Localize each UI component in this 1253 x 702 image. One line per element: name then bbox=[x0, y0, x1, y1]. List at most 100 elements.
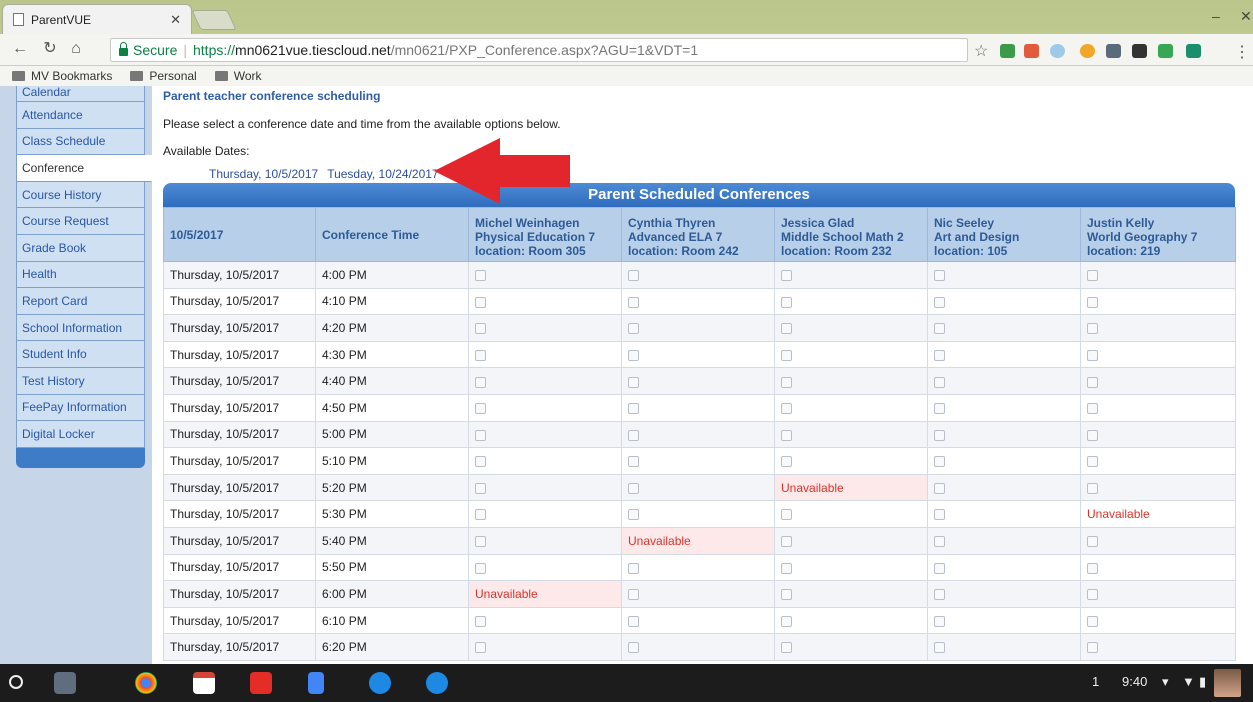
slot-checkbox[interactable] bbox=[1087, 270, 1098, 282]
slot-checkbox[interactable] bbox=[934, 589, 945, 601]
slot-checkbox[interactable] bbox=[934, 376, 945, 388]
slot-checkbox[interactable] bbox=[934, 536, 945, 548]
docs-icon[interactable] bbox=[308, 672, 324, 694]
extension-new-icon[interactable] bbox=[1158, 44, 1173, 58]
extension-grid-icon[interactable] bbox=[1132, 44, 1147, 58]
extension-circle-icon[interactable] bbox=[1050, 44, 1065, 58]
slot-checkbox[interactable] bbox=[1087, 323, 1098, 335]
slot-checkbox[interactable] bbox=[475, 270, 486, 282]
slot-checkbox[interactable] bbox=[475, 429, 486, 441]
sidebar-item-digital-locker[interactable]: Digital Locker bbox=[16, 421, 145, 448]
sidebar-item-course-history[interactable]: Course History bbox=[16, 181, 145, 209]
slot-checkbox[interactable] bbox=[475, 642, 486, 654]
slot-checkbox[interactable] bbox=[1087, 642, 1098, 654]
slot-checkbox[interactable] bbox=[628, 376, 639, 388]
slot-checkbox[interactable] bbox=[628, 509, 639, 521]
notification-count[interactable]: 1 bbox=[1092, 674, 1099, 689]
slot-checkbox[interactable] bbox=[934, 642, 945, 654]
slot-checkbox[interactable] bbox=[628, 642, 639, 654]
slot-checkbox[interactable] bbox=[475, 376, 486, 388]
slot-checkbox[interactable] bbox=[934, 349, 945, 361]
slot-checkbox[interactable] bbox=[934, 509, 945, 521]
close-tab-icon[interactable]: ✕ bbox=[170, 12, 181, 28]
slot-checkbox[interactable] bbox=[781, 349, 792, 361]
slot-checkbox[interactable] bbox=[1087, 589, 1098, 601]
slot-checkbox[interactable] bbox=[628, 589, 639, 601]
slot-checkbox[interactable] bbox=[628, 429, 639, 441]
slot-checkbox[interactable] bbox=[1087, 296, 1098, 308]
slot-checkbox[interactable] bbox=[781, 509, 792, 521]
slot-checkbox[interactable] bbox=[1087, 376, 1098, 388]
date-link-10-5[interactable]: Thursday, 10/5/2017 bbox=[209, 167, 318, 181]
slot-checkbox[interactable] bbox=[1087, 536, 1098, 548]
sidebar-item-student-info[interactable]: Student Info bbox=[16, 341, 145, 368]
slot-checkbox[interactable] bbox=[1087, 429, 1098, 441]
files-icon[interactable] bbox=[426, 672, 448, 694]
slot-checkbox[interactable] bbox=[781, 456, 792, 468]
minimize-icon[interactable]: – bbox=[1212, 8, 1220, 24]
sidebar-item-feepay-information[interactable]: FeePay Information bbox=[16, 394, 145, 422]
slot-checkbox[interactable] bbox=[934, 482, 945, 494]
battery-icon[interactable]: ▮ bbox=[1199, 674, 1206, 690]
date-link-10-24[interactable]: Tuesday, 10/24/2017 bbox=[327, 167, 438, 181]
sidebar-item-test-history[interactable]: Test History bbox=[16, 367, 145, 395]
launcher-icon[interactable] bbox=[9, 675, 23, 689]
extension-classroom-icon[interactable] bbox=[1000, 44, 1015, 58]
slot-checkbox[interactable] bbox=[1087, 615, 1098, 627]
chrome-icon[interactable] bbox=[135, 672, 157, 694]
back-icon[interactable]: ← bbox=[10, 39, 30, 59]
slot-checkbox[interactable] bbox=[781, 429, 792, 441]
slot-checkbox[interactable] bbox=[781, 403, 792, 415]
slot-checkbox[interactable] bbox=[934, 403, 945, 415]
sidebar-item-health[interactable]: Health bbox=[16, 261, 145, 289]
slot-checkbox[interactable] bbox=[1087, 349, 1098, 361]
youtube-icon[interactable] bbox=[250, 672, 272, 694]
avatar[interactable] bbox=[1214, 669, 1241, 697]
browser-tab[interactable]: ParentVUE ✕ bbox=[2, 4, 192, 34]
slot-checkbox[interactable] bbox=[475, 323, 486, 335]
network-icon[interactable]: ▾ bbox=[1162, 674, 1169, 690]
slot-checkbox[interactable] bbox=[628, 296, 639, 308]
extension-red-icon[interactable] bbox=[1024, 44, 1039, 58]
slot-checkbox[interactable] bbox=[475, 349, 486, 361]
slot-checkbox[interactable] bbox=[934, 323, 945, 335]
slot-checkbox[interactable] bbox=[934, 296, 945, 308]
slot-checkbox[interactable] bbox=[1087, 482, 1098, 494]
slot-checkbox[interactable] bbox=[781, 589, 792, 601]
slot-checkbox[interactable] bbox=[1087, 456, 1098, 468]
slot-checkbox[interactable] bbox=[781, 642, 792, 654]
home-icon[interactable]: ⌂ bbox=[66, 39, 86, 59]
slot-checkbox[interactable] bbox=[1087, 562, 1098, 574]
slot-checkbox[interactable] bbox=[628, 562, 639, 574]
slot-checkbox[interactable] bbox=[628, 323, 639, 335]
browser-menu-icon[interactable]: ⋮ bbox=[1234, 42, 1250, 62]
bookmark-folder[interactable]: Work bbox=[214, 69, 262, 83]
slot-checkbox[interactable] bbox=[934, 615, 945, 627]
slot-checkbox[interactable] bbox=[781, 615, 792, 627]
sidebar-item-grade-book[interactable]: Grade Book bbox=[16, 234, 145, 262]
slot-checkbox[interactable] bbox=[475, 482, 486, 494]
reload-icon[interactable]: ↻ bbox=[40, 39, 60, 59]
bookmark-star-icon[interactable]: ☆ bbox=[974, 41, 988, 61]
bookmark-folder[interactable]: MV Bookmarks bbox=[12, 69, 112, 83]
slot-checkbox[interactable] bbox=[628, 349, 639, 361]
clock[interactable]: 9:40 bbox=[1122, 674, 1147, 689]
slot-checkbox[interactable] bbox=[628, 456, 639, 468]
slot-checkbox[interactable] bbox=[628, 403, 639, 415]
new-tab-button[interactable] bbox=[191, 10, 237, 30]
slot-checkbox[interactable] bbox=[781, 562, 792, 574]
sidebar-item-calendar[interactable]: Calendar bbox=[16, 86, 145, 102]
extension-signal-icon[interactable] bbox=[1186, 44, 1201, 58]
sidebar-item-report-card[interactable]: Report Card bbox=[16, 288, 145, 315]
slot-checkbox[interactable] bbox=[781, 376, 792, 388]
slot-checkbox[interactable] bbox=[475, 615, 486, 627]
app-pass-icon[interactable] bbox=[54, 672, 76, 694]
sidebar-item-course-request[interactable]: Course Request bbox=[16, 208, 145, 235]
slot-checkbox[interactable] bbox=[934, 562, 945, 574]
camera-icon[interactable] bbox=[369, 672, 391, 694]
slot-checkbox[interactable] bbox=[934, 456, 945, 468]
sidebar-item-class-schedule[interactable]: Class Schedule bbox=[16, 128, 145, 156]
sidebar-item-conference[interactable]: Conference bbox=[16, 155, 152, 182]
slot-checkbox[interactable] bbox=[781, 323, 792, 335]
slot-checkbox[interactable] bbox=[475, 296, 486, 308]
